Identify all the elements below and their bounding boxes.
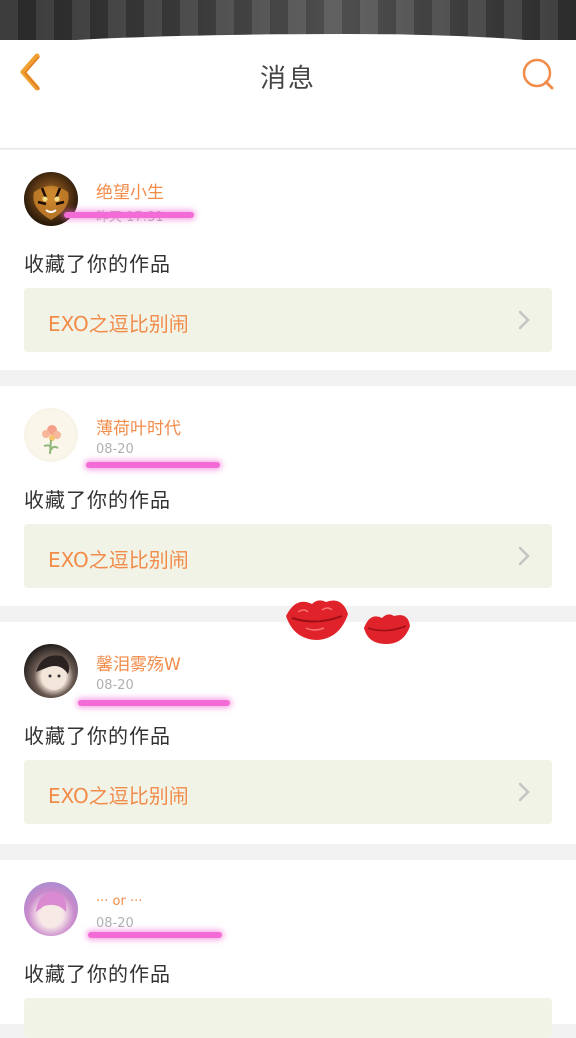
message-card: 薄荷叶时代 08-20 收藏了你的作品 EXO之逗比别闹: [0, 386, 576, 606]
action-text: 收藏了你的作品: [24, 724, 171, 748]
avatar-person[interactable]: [24, 644, 78, 698]
work-link[interactable]: EXO之逗比别闹: [24, 288, 552, 352]
work-link[interactable]: EXO之逗比别闹: [24, 760, 552, 824]
highlight-mark: [78, 700, 230, 706]
person-portrait-icon: [36, 892, 67, 928]
page-title: 消息: [259, 64, 316, 94]
action-text: 收藏了你的作品: [24, 252, 171, 276]
work-link[interactable]: EXO之逗比别闹: [24, 524, 552, 588]
work-title: EXO之逗比别闹: [48, 548, 189, 572]
lips-sticker-icon: [364, 614, 410, 644]
status-bar-obscured: [0, 0, 576, 50]
person-portrait-icon: [36, 655, 70, 690]
work-link[interactable]: [24, 998, 552, 1038]
highlight-mark: [88, 932, 222, 938]
avatar-pink-hair[interactable]: [24, 882, 78, 936]
avatar-flower[interactable]: [24, 408, 78, 462]
flower-illustration-icon: [42, 425, 61, 455]
chevron-right-icon: [518, 546, 530, 566]
action-text: 收藏了你的作品: [24, 488, 171, 512]
highlight-mark: [64, 212, 194, 218]
message-card: ··· or ··· 08-20 收藏了你的作品: [0, 860, 576, 1038]
user-name[interactable]: ··· or ···: [96, 894, 142, 909]
work-title: EXO之逗比别闹: [48, 312, 189, 336]
timestamp: 08-20: [96, 678, 134, 693]
message-card: 绝望小生 昨天 17:31 收藏了你的作品 EXO之逗比别闹: [0, 150, 576, 370]
timestamp: 08-20: [96, 442, 134, 457]
timestamp: 08-20: [96, 916, 134, 931]
lips-sticker-icon: [286, 600, 348, 640]
search-button[interactable]: [518, 54, 558, 94]
user-name[interactable]: 绝望小生: [96, 178, 164, 203]
chevron-right-icon: [518, 310, 530, 330]
chevron-right-icon: [518, 782, 530, 802]
user-name[interactable]: 馨泪雾殇W: [96, 650, 181, 675]
search-icon: [522, 58, 554, 90]
work-title: EXO之逗比别闹: [48, 784, 189, 808]
highlight-mark: [86, 462, 220, 468]
message-card: 馨泪雾殇W 08-20 收藏了你的作品 EXO之逗比别闹: [0, 622, 576, 844]
action-text: 收藏了你的作品: [24, 962, 171, 986]
user-name[interactable]: 薄荷叶时代: [96, 414, 181, 439]
